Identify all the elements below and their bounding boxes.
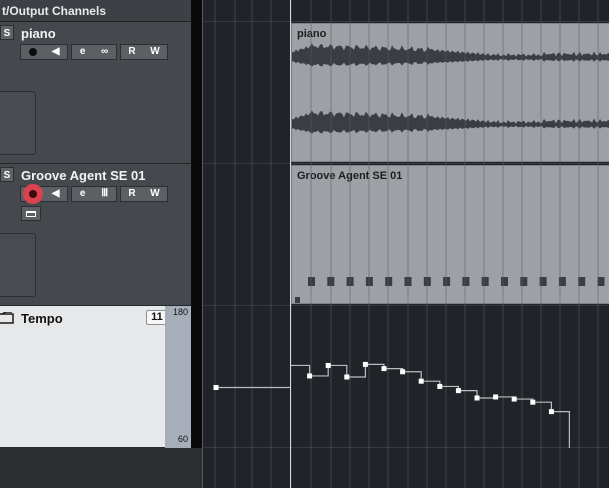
tempo-point[interactable] [325, 362, 331, 368]
write-automation-button[interactable]: W [150, 45, 159, 59]
read-write-group: R W [120, 186, 168, 202]
tempo-point[interactable] [511, 396, 517, 402]
tempo-range-max: 180 [172, 307, 188, 317]
speaker-icon[interactable]: ◀ [52, 187, 60, 201]
record-enable-button[interactable] [28, 48, 37, 56]
track-name[interactable]: Groove Agent SE 01 [21, 168, 146, 183]
track-header-piano[interactable]: S piano ◀ e ∞ R W [0, 22, 191, 164]
read-write-group: R W [120, 44, 168, 60]
track-name[interactable]: piano [21, 26, 56, 41]
tempo-track-name[interactable]: Tempo [21, 311, 63, 326]
track-picture-slot[interactable] [0, 91, 36, 155]
edit-button[interactable]: e [80, 187, 86, 201]
link-icon[interactable]: ∞ [101, 45, 108, 59]
tempo-curve[interactable] [203, 306, 609, 448]
track-picture-slot[interactable] [0, 233, 36, 297]
keyboard-icon[interactable]: Ⅲ [101, 187, 108, 201]
tempo-point[interactable] [418, 378, 424, 384]
track-header-tempo[interactable]: Tempo 11 [0, 306, 168, 448]
write-automation-button[interactable]: W [150, 187, 159, 201]
tempo-scale: 180 60 [165, 306, 191, 448]
record-monitor-group: ◀ [20, 186, 68, 202]
tempo-point[interactable] [493, 394, 499, 400]
project-cursor[interactable] [290, 0, 291, 488]
tempo-point[interactable] [474, 395, 480, 401]
edit-link-group: e ∞ [71, 44, 117, 60]
record-monitor-group: ◀ [20, 44, 68, 60]
tempo-point[interactable] [530, 399, 536, 405]
read-automation-button[interactable]: R [128, 187, 135, 201]
read-automation-button[interactable]: R [128, 45, 135, 59]
instrument-button[interactable] [21, 206, 41, 221]
solo-button[interactable]: S [0, 25, 14, 40]
edit-keys-group: e Ⅲ [71, 186, 117, 202]
tempo-point[interactable] [362, 361, 368, 367]
folder-title: t/Output Channels [2, 4, 106, 18]
instrument-icon [26, 210, 36, 217]
edit-button[interactable]: e [80, 45, 86, 59]
folder-track-header[interactable]: t/Output Channels [0, 0, 191, 22]
tempo-range-min: 60 [177, 434, 188, 444]
tempo-point[interactable] [548, 409, 554, 415]
tempo-track-icon [0, 311, 14, 324]
tempo-point[interactable] [344, 374, 350, 380]
track-divider-strip [191, 0, 202, 448]
event-display[interactable]: piano Groove Agent SE 01 [203, 0, 609, 488]
solo-button[interactable]: S [0, 167, 14, 182]
tempo-step-line [291, 363, 570, 448]
tempo-point[interactable] [455, 388, 461, 394]
track-header-groove-agent[interactable]: S Groove Agent SE 01 ◀ e Ⅲ R W [0, 164, 191, 306]
tempo-point[interactable] [213, 385, 219, 390]
track-list-empty-area [0, 448, 203, 488]
speaker-icon[interactable]: ◀ [52, 45, 60, 59]
tempo-point[interactable] [437, 383, 443, 389]
record-enable-button[interactable] [28, 190, 37, 198]
tempo-point[interactable] [381, 366, 387, 372]
tempo-point[interactable] [400, 369, 406, 375]
tempo-point[interactable] [307, 373, 313, 379]
